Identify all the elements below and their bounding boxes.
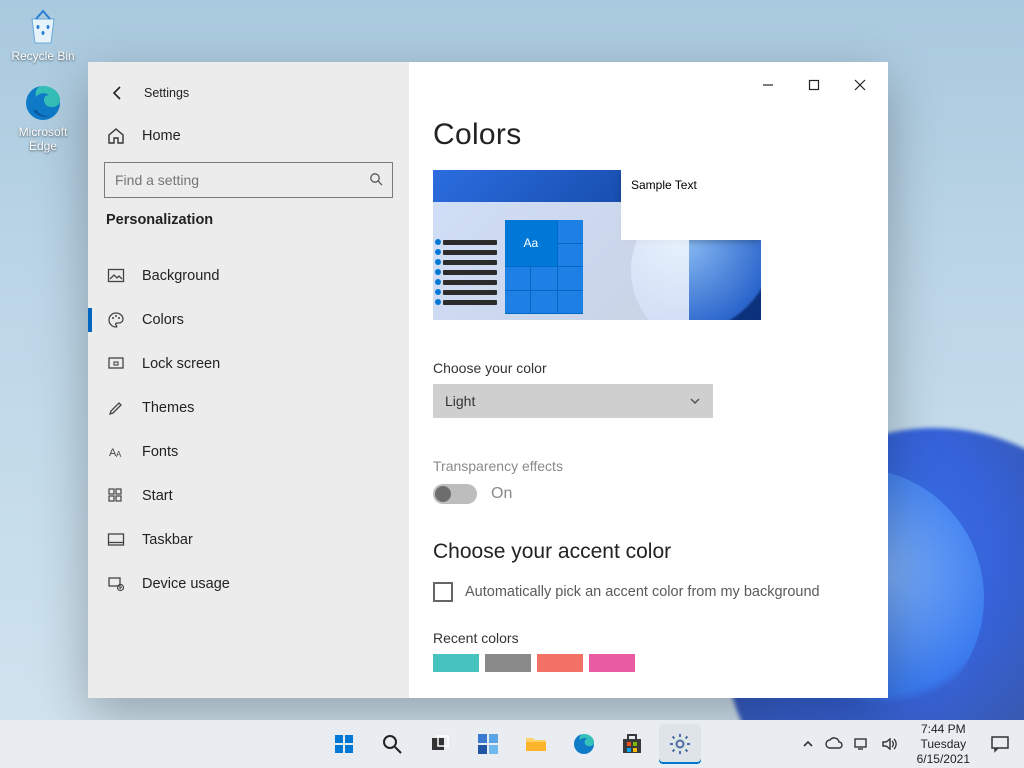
sidebar-item-device-usage[interactable]: Device usage <box>88 562 409 606</box>
color-swatch[interactable] <box>433 654 479 672</box>
sidebar-item-start[interactable]: Start <box>88 474 409 518</box>
page-title: Colors <box>433 118 864 152</box>
auto-accent-row[interactable]: Automatically pick an accent color from … <box>433 582 864 602</box>
search-input[interactable] <box>104 162 393 198</box>
sidebar-item-label: Colors <box>142 312 184 328</box>
desktop-icon-recycle-bin[interactable]: Recycle Bin <box>8 6 78 64</box>
image-icon <box>106 266 126 286</box>
preview-list <box>443 235 497 310</box>
toggle-knob <box>435 486 451 502</box>
taskbar: 7:44 PM Tuesday 6/15/2021 <box>0 720 1024 768</box>
taskbar-clock[interactable]: 7:44 PM Tuesday 6/15/2021 <box>909 722 978 767</box>
search-button[interactable] <box>371 724 413 764</box>
transparency-toggle-row: On <box>433 484 864 504</box>
sidebar-item-themes[interactable]: Themes <box>88 386 409 430</box>
sidebar-item-fonts[interactable]: AA Fonts <box>88 430 409 474</box>
task-view-button[interactable] <box>419 724 461 764</box>
sidebar-item-label: Themes <box>142 400 194 416</box>
desktop-icon-label: Recycle Bin <box>11 50 74 64</box>
window-controls <box>746 70 882 100</box>
maximize-button[interactable] <box>792 70 836 100</box>
palette-icon <box>106 310 126 330</box>
tray-icons[interactable] <box>795 737 905 751</box>
auto-accent-label: Automatically pick an accent color from … <box>465 584 820 600</box>
titlebar: Settings <box>88 72 409 114</box>
network-icon[interactable] <box>853 737 871 751</box>
sidebar-item-label: Taskbar <box>142 532 193 548</box>
clock-day: Tuesday <box>917 737 970 752</box>
recycle-bin-icon <box>22 6 64 48</box>
home-nav[interactable]: Home <box>88 114 409 158</box>
usage-icon <box>106 574 126 594</box>
sidebar-item-colors[interactable]: Colors <box>88 298 409 342</box>
close-button[interactable] <box>838 70 882 100</box>
color-swatch[interactable] <box>485 654 531 672</box>
recent-colors-label: Recent colors <box>433 630 864 646</box>
svg-text:A: A <box>116 450 122 459</box>
system-tray: 7:44 PM Tuesday 6/15/2021 <box>795 720 1018 768</box>
preview-tile-aa: Aa <box>505 220 557 266</box>
desktop-icons: Recycle Bin Microsoft Edge <box>8 6 78 153</box>
sidebar-item-label: Fonts <box>142 444 178 460</box>
settings-window: Settings Home Personalization Background… <box>88 62 888 698</box>
notifications-button[interactable] <box>982 735 1018 753</box>
preview-start: Aa <box>505 220 583 314</box>
app-title: Settings <box>144 86 189 100</box>
edge-button[interactable] <box>563 724 605 764</box>
volume-icon[interactable] <box>881 737 899 751</box>
start-button[interactable] <box>323 724 365 764</box>
sample-text: Sample Text <box>631 178 697 192</box>
font-icon: AA <box>106 442 126 462</box>
settings-button[interactable] <box>659 724 701 764</box>
taskbar-center <box>323 720 701 768</box>
clock-date: 6/15/2021 <box>917 752 970 767</box>
accent-heading: Choose your accent color <box>433 540 864 564</box>
search-container <box>88 158 409 208</box>
sidebar-item-label: Device usage <box>142 576 230 592</box>
settings-nav: Settings Home Personalization Background… <box>88 62 409 698</box>
lock-icon <box>106 354 126 374</box>
desktop-icon-edge[interactable]: Microsoft Edge <box>8 82 78 154</box>
file-explorer-button[interactable] <box>515 724 557 764</box>
auto-accent-checkbox[interactable] <box>433 582 453 602</box>
choose-color-select[interactable]: Light <box>433 384 713 418</box>
sidebar-item-label: Lock screen <box>142 356 220 372</box>
grid-icon <box>106 486 126 506</box>
edge-icon <box>22 82 64 124</box>
color-swatch[interactable] <box>589 654 635 672</box>
transparency-label: Transparency effects <box>433 458 864 474</box>
sidebar-item-label: Start <box>142 488 173 504</box>
transparency-toggle[interactable] <box>433 484 477 504</box>
clock-time: 7:44 PM <box>917 722 970 737</box>
onedrive-icon[interactable] <box>825 737 843 751</box>
sidebar-item-taskbar[interactable]: Taskbar <box>88 518 409 562</box>
sidebar-item-lock-screen[interactable]: Lock screen <box>88 342 409 386</box>
toggle-state-label: On <box>491 485 512 503</box>
tray-chevron-icon[interactable] <box>801 737 815 751</box>
desktop: Recycle Bin Microsoft Edge Settings <box>0 0 1024 768</box>
sidebar-item-label: Background <box>142 268 219 284</box>
desktop-icon-label: Microsoft Edge <box>8 126 78 154</box>
sidebar-list: Background Colors Lock screen Themes AA … <box>88 254 409 606</box>
color-preview: Sample Text Aa <box>433 170 761 320</box>
sidebar-item-background[interactable]: Background <box>88 254 409 298</box>
brush-icon <box>106 398 126 418</box>
choose-color-value: Light <box>445 393 475 409</box>
nav-category: Personalization <box>88 208 409 236</box>
recent-colors <box>433 654 864 672</box>
store-button[interactable] <box>611 724 653 764</box>
minimize-button[interactable] <box>746 70 790 100</box>
settings-content: Colors Sample Text Aa Choose your color … <box>409 62 888 698</box>
home-label: Home <box>142 128 181 144</box>
taskbar-icon <box>106 530 126 550</box>
color-swatch[interactable] <box>537 654 583 672</box>
home-icon <box>106 126 126 146</box>
choose-color-label: Choose your color <box>433 360 864 376</box>
back-button[interactable] <box>104 79 132 107</box>
chevron-down-icon <box>689 395 701 407</box>
widgets-button[interactable] <box>467 724 509 764</box>
